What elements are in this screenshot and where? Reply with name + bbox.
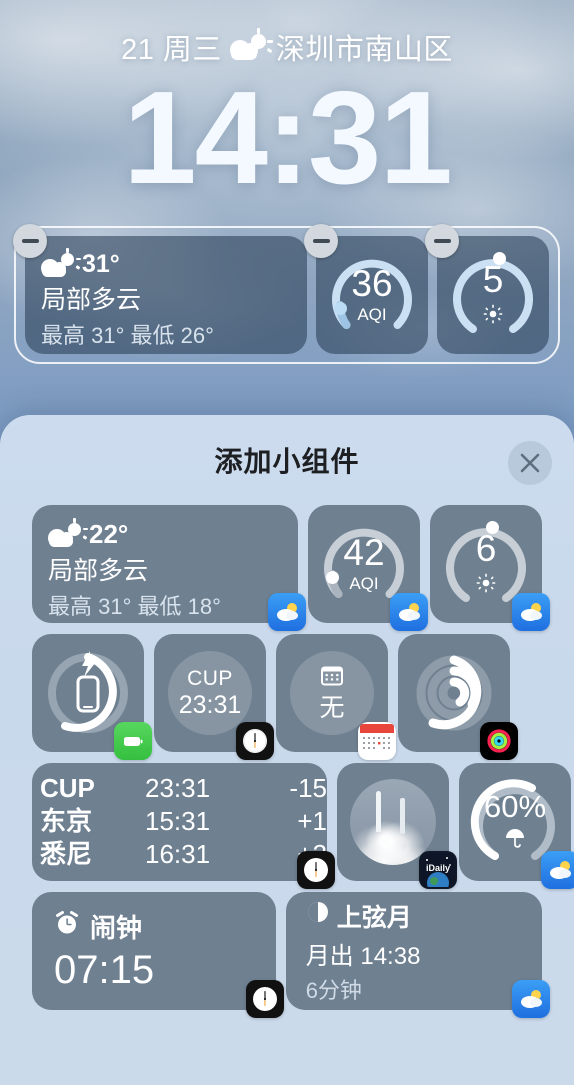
sheet-title: 添加小组件 [214, 446, 360, 477]
world-clock-time: 15:31 [145, 806, 211, 837]
world-clock-row: 东京 15:31 +1 [40, 806, 327, 838]
clock-app-icon [236, 722, 274, 760]
moon-phase-row: 上弦月 [306, 898, 526, 934]
moon-rise: 月出 14:38 [305, 942, 421, 970]
widget-gallery: 22° 局部多云 最高 31° 最低 18° 42 AQI 6 CUP 23:3… [0, 505, 574, 1018]
gallery-widget-moon[interactable]: 上弦月 月出 14:38 6分钟 [285, 892, 550, 1018]
location-label: 深圳市南山区 [275, 34, 453, 66]
world-clock-row: CUP 23:31 -15 [40, 773, 327, 805]
alarm-clock-icon [54, 910, 80, 943]
gallery-widget-uv[interactable]: 6 [430, 505, 550, 631]
gallery-row: 22° 局部多云 最高 31° 最低 18° 42 AQI 6 [32, 505, 550, 631]
weather-app-icon [512, 980, 550, 1018]
gallery-widget-calendar[interactable]: 无 [276, 634, 396, 760]
city-clock-city: CUP [187, 667, 233, 691]
sun-behind-cloud-icon [48, 517, 88, 548]
sun-behind-cloud-icon [41, 247, 81, 278]
air-quality-gauge-icon: 36 AQI [316, 236, 428, 354]
active-weather-temp-row: 31° [41, 247, 291, 279]
gallery-row: CUP 23:31 -15 东京 15:31 +1 悉尼 16:31 +2 [32, 763, 574, 889]
world-clock-time: 16:31 [145, 838, 211, 869]
gallery-aqi-label: AQI [349, 574, 379, 593]
sheet-header: 添加小组件 [0, 415, 574, 505]
active-weather-condition: 局部多云 [41, 286, 142, 314]
weather-app-icon [268, 593, 306, 631]
world-clock-row: 悉尼 16:31 +2 [40, 839, 327, 871]
world-clock-offset: +1 [297, 806, 327, 837]
gallery-widget-aqi[interactable]: 42 AQI [308, 505, 428, 631]
gallery-weather-temp-row: 22° [48, 517, 282, 550]
weather-app-icon [390, 593, 428, 631]
moon-content: 上弦月 月出 14:38 6分钟 [302, 902, 526, 1003]
gallery-widget-rain[interactable]: 60% [459, 763, 574, 889]
remove-widget-button-weather[interactable] [13, 224, 47, 258]
gallery-widget-city-clock[interactable]: CUP 23:31 [154, 634, 274, 760]
close-sheet-button[interactable] [508, 441, 552, 485]
alarm-title-row: 闹钟 [54, 908, 260, 945]
world-clock-city: CUP [40, 773, 95, 804]
world-clock-time: 23:31 [145, 773, 211, 804]
gallery-rain-value: 60% [483, 788, 547, 824]
active-weather-temp: 31° [82, 250, 120, 278]
gallery-widget-fitness[interactable] [398, 634, 518, 760]
remove-widget-button-uv[interactable] [425, 224, 459, 258]
sun-glyph-icon [483, 304, 503, 329]
active-aqi-label: AQI [357, 305, 387, 324]
moon-duration: 6分钟 [305, 977, 362, 1003]
gallery-weather-range: 最高 31° 最低 18° [48, 594, 221, 619]
close-icon [520, 453, 540, 473]
world-clock-city: 东京 [40, 806, 93, 837]
sun-uv-icon: 5 [437, 236, 549, 354]
moon-phase-name: 上弦月 [336, 903, 412, 932]
gallery-widget-world-clock[interactable]: CUP 23:31 -15 东京 15:31 +1 悉尼 16:31 +2 [32, 763, 335, 889]
city-clock-time: 23:31 [178, 690, 242, 719]
active-uv-value: 5 [482, 259, 504, 300]
gallery-aqi-value: 42 [343, 532, 385, 573]
calendar-empty-value: 无 [319, 693, 345, 722]
active-widget-aqi[interactable]: 36 AQI [304, 224, 428, 354]
alarm-title: 闹钟 [90, 913, 143, 944]
weather-app-icon [541, 851, 574, 889]
calendar-empty-dial: 无 [290, 651, 374, 735]
calendar-icon [320, 665, 344, 692]
date-weather-row[interactable]: 21 周三 深圳市南山区 [0, 26, 574, 68]
active-widget-weather[interactable]: 31° 局部多云 最高 31° 最低 26° [13, 224, 307, 354]
gallery-widget-weather[interactable]: 22° 局部多云 最高 31° 最低 18° [32, 505, 306, 631]
gallery-row: CUP 23:31 无 [32, 634, 542, 760]
idaily-app-icon: iDaily [419, 851, 457, 889]
fitness-app-icon [480, 722, 518, 760]
active-aqi-value: 36 [351, 263, 393, 304]
gallery-widget-idaily[interactable]: iDaily [337, 763, 457, 889]
gallery-widget-battery[interactable] [32, 634, 152, 760]
sun-behind-cloud-icon [229, 28, 273, 61]
alarm-content: 闹钟 07:15 [48, 906, 260, 996]
gallery-widget-alarm[interactable]: 闹钟 07:15 [32, 892, 284, 1018]
batteries-app-icon [114, 722, 152, 760]
gallery-row: 闹钟 07:15 上弦月 月出 14:38 6分钟 [32, 892, 550, 1018]
add-widgets-sheet: 添加小组件 22° 局部多云 最高 31° 最低 18° 42 AQI 6 CU… [0, 415, 574, 1085]
gallery-uv-value: 6 [475, 528, 497, 569]
calendar-app-icon [358, 722, 396, 760]
gallery-weather-temp: 22° [89, 519, 129, 549]
world-clock-city: 悉尼 [40, 838, 93, 869]
active-widget-uv[interactable]: 5 [425, 224, 549, 354]
date-label: 21 周三 [121, 34, 222, 66]
moon-phase-icon [306, 900, 330, 931]
clock-app-icon [297, 851, 335, 889]
alarm-time: 07:15 [54, 948, 155, 993]
active-weather-range: 最高 31° 最低 26° [41, 323, 214, 348]
umbrella-icon [504, 827, 526, 854]
lockscreen-header: 21 周三 深圳市南山区 14:31 [0, 0, 574, 212]
world-clock-offset: -15 [289, 773, 327, 804]
remove-widget-button-aqi[interactable] [304, 224, 338, 258]
clock-app-icon [245, 980, 284, 1018]
city-clock-dial: CUP 23:31 [168, 651, 252, 735]
sun-glyph-icon [476, 573, 496, 598]
svg-text:iDaily: iDaily [426, 863, 450, 873]
world-clock-list: CUP 23:31 -15 东京 15:31 +1 悉尼 16:31 +2 [32, 763, 327, 881]
gallery-weather-condition: 局部多云 [48, 557, 149, 585]
weather-app-icon [512, 593, 550, 631]
lockscreen-clock: 14:31 [123, 64, 453, 211]
active-widget-tray[interactable]: 31° 局部多云 最高 31° 最低 26° 36 AQI 5 [13, 224, 560, 364]
